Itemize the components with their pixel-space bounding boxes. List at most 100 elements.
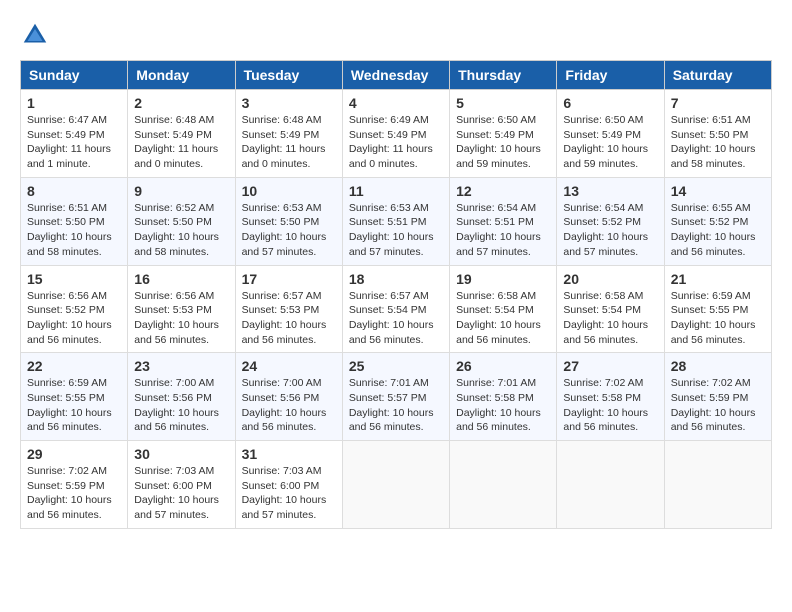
day-number: 1 — [27, 95, 121, 111]
day-number: 21 — [671, 271, 765, 287]
day-number: 14 — [671, 183, 765, 199]
day-info: Sunrise: 7:00 AM Sunset: 5:56 PM Dayligh… — [242, 376, 336, 435]
day-info: Sunrise: 6:57 AM Sunset: 5:54 PM Dayligh… — [349, 289, 443, 348]
day-number: 15 — [27, 271, 121, 287]
calendar-cell — [557, 441, 664, 529]
calendar-cell: 15 Sunrise: 6:56 AM Sunset: 5:52 PM Dayli… — [21, 265, 128, 353]
calendar-week-row: 1Sunrise: 6:47 AM Sunset: 5:49 PM Daylig… — [21, 90, 772, 178]
calendar-cell: 22 Sunrise: 6:59 AM Sunset: 5:55 PM Dayli… — [21, 353, 128, 441]
day-number: 9 — [134, 183, 228, 199]
calendar-cell: 21 Sunrise: 6:59 AM Sunset: 5:55 PM Dayli… — [664, 265, 771, 353]
column-header-saturday: Saturday — [664, 61, 771, 90]
calendar-cell: 4 Sunrise: 6:49 AM Sunset: 5:49 PM Daylig… — [342, 90, 449, 178]
calendar-cell: 16 Sunrise: 6:56 AM Sunset: 5:53 PM Dayli… — [128, 265, 235, 353]
day-info: Sunrise: 6:48 AM Sunset: 5:49 PM Dayligh… — [134, 113, 228, 172]
calendar-cell — [342, 441, 449, 529]
calendar-cell: 31 Sunrise: 7:03 AM Sunset: 6:00 PM Dayli… — [235, 441, 342, 529]
day-number: 20 — [563, 271, 657, 287]
calendar-cell: 24 Sunrise: 7:00 AM Sunset: 5:56 PM Dayli… — [235, 353, 342, 441]
calendar-cell: 26 Sunrise: 7:01 AM Sunset: 5:58 PM Dayli… — [450, 353, 557, 441]
calendar-cell: 28 Sunrise: 7:02 AM Sunset: 5:59 PM Dayli… — [664, 353, 771, 441]
day-number: 23 — [134, 358, 228, 374]
day-number: 8 — [27, 183, 121, 199]
day-info: Sunrise: 7:02 AM Sunset: 5:59 PM Dayligh… — [27, 464, 121, 523]
day-info: Sunrise: 6:53 AM Sunset: 5:50 PM Dayligh… — [242, 201, 336, 260]
calendar-cell: 2Sunrise: 6:48 AM Sunset: 5:49 PM Daylig… — [128, 90, 235, 178]
day-info: Sunrise: 7:02 AM Sunset: 5:59 PM Dayligh… — [671, 376, 765, 435]
day-number: 17 — [242, 271, 336, 287]
day-number: 6 — [563, 95, 657, 111]
calendar-cell: 5 Sunrise: 6:50 AM Sunset: 5:49 PM Daylig… — [450, 90, 557, 178]
calendar-cell: 29Sunrise: 7:02 AM Sunset: 5:59 PM Dayli… — [21, 441, 128, 529]
calendar-week-row: 22 Sunrise: 6:59 AM Sunset: 5:55 PM Dayli… — [21, 353, 772, 441]
day-number: 25 — [349, 358, 443, 374]
day-number: 28 — [671, 358, 765, 374]
calendar-cell: 10 Sunrise: 6:53 AM Sunset: 5:50 PM Dayli… — [235, 177, 342, 265]
calendar-cell: 19Sunrise: 6:58 AM Sunset: 5:54 PM Dayli… — [450, 265, 557, 353]
day-number: 19 — [456, 271, 550, 287]
day-info: Sunrise: 7:03 AM Sunset: 6:00 PM Dayligh… — [242, 464, 336, 523]
calendar-cell: 9 Sunrise: 6:52 AM Sunset: 5:50 PM Daylig… — [128, 177, 235, 265]
day-number: 16 — [134, 271, 228, 287]
calendar-week-row: 8 Sunrise: 6:51 AM Sunset: 5:50 PM Daylig… — [21, 177, 772, 265]
day-number: 27 — [563, 358, 657, 374]
day-info: Sunrise: 6:58 AM Sunset: 5:54 PM Dayligh… — [563, 289, 657, 348]
day-number: 31 — [242, 446, 336, 462]
day-number: 4 — [349, 95, 443, 111]
day-info: Sunrise: 6:50 AM Sunset: 5:49 PM Dayligh… — [456, 113, 550, 172]
calendar-cell: 12 Sunrise: 6:54 AM Sunset: 5:51 PM Dayli… — [450, 177, 557, 265]
calendar-week-row: 15 Sunrise: 6:56 AM Sunset: 5:52 PM Dayli… — [21, 265, 772, 353]
calendar-header-row: SundayMondayTuesdayWednesdayThursdayFrid… — [21, 61, 772, 90]
column-header-tuesday: Tuesday — [235, 61, 342, 90]
calendar-cell: 27 Sunrise: 7:02 AM Sunset: 5:58 PM Dayli… — [557, 353, 664, 441]
column-header-monday: Monday — [128, 61, 235, 90]
column-header-friday: Friday — [557, 61, 664, 90]
calendar-cell: 18 Sunrise: 6:57 AM Sunset: 5:54 PM Dayli… — [342, 265, 449, 353]
day-number: 30 — [134, 446, 228, 462]
calendar-table: SundayMondayTuesdayWednesdayThursdayFrid… — [20, 60, 772, 529]
column-header-wednesday: Wednesday — [342, 61, 449, 90]
day-number: 10 — [242, 183, 336, 199]
day-info: Sunrise: 6:49 AM Sunset: 5:49 PM Dayligh… — [349, 113, 443, 172]
day-info: Sunrise: 6:53 AM Sunset: 5:51 PM Dayligh… — [349, 201, 443, 260]
day-info: Sunrise: 6:52 AM Sunset: 5:50 PM Dayligh… — [134, 201, 228, 260]
calendar-cell: 23 Sunrise: 7:00 AM Sunset: 5:56 PM Dayli… — [128, 353, 235, 441]
day-number: 22 — [27, 358, 121, 374]
day-number: 12 — [456, 183, 550, 199]
page-header — [20, 20, 772, 50]
calendar-week-row: 29Sunrise: 7:02 AM Sunset: 5:59 PM Dayli… — [21, 441, 772, 529]
day-number: 11 — [349, 183, 443, 199]
day-info: Sunrise: 6:56 AM Sunset: 5:53 PM Dayligh… — [134, 289, 228, 348]
day-info: Sunrise: 6:57 AM Sunset: 5:53 PM Dayligh… — [242, 289, 336, 348]
day-info: Sunrise: 6:59 AM Sunset: 5:55 PM Dayligh… — [671, 289, 765, 348]
day-info: Sunrise: 7:01 AM Sunset: 5:57 PM Dayligh… — [349, 376, 443, 435]
day-number: 3 — [242, 95, 336, 111]
calendar-cell: 1Sunrise: 6:47 AM Sunset: 5:49 PM Daylig… — [21, 90, 128, 178]
day-info: Sunrise: 6:55 AM Sunset: 5:52 PM Dayligh… — [671, 201, 765, 260]
day-info: Sunrise: 7:00 AM Sunset: 5:56 PM Dayligh… — [134, 376, 228, 435]
day-info: Sunrise: 7:01 AM Sunset: 5:58 PM Dayligh… — [456, 376, 550, 435]
calendar-cell: 14 Sunrise: 6:55 AM Sunset: 5:52 PM Dayli… — [664, 177, 771, 265]
day-info: Sunrise: 6:48 AM Sunset: 5:49 PM Dayligh… — [242, 113, 336, 172]
day-info: Sunrise: 6:56 AM Sunset: 5:52 PM Dayligh… — [27, 289, 121, 348]
calendar-cell: 20 Sunrise: 6:58 AM Sunset: 5:54 PM Dayli… — [557, 265, 664, 353]
calendar-cell: 13Sunrise: 6:54 AM Sunset: 5:52 PM Dayli… — [557, 177, 664, 265]
day-info: Sunrise: 6:59 AM Sunset: 5:55 PM Dayligh… — [27, 376, 121, 435]
day-info: Sunrise: 6:54 AM Sunset: 5:51 PM Dayligh… — [456, 201, 550, 260]
day-number: 24 — [242, 358, 336, 374]
calendar-cell: 11 Sunrise: 6:53 AM Sunset: 5:51 PM Dayli… — [342, 177, 449, 265]
day-number: 13 — [563, 183, 657, 199]
day-info: Sunrise: 7:02 AM Sunset: 5:58 PM Dayligh… — [563, 376, 657, 435]
calendar-cell: 8 Sunrise: 6:51 AM Sunset: 5:50 PM Daylig… — [21, 177, 128, 265]
day-info: Sunrise: 6:51 AM Sunset: 5:50 PM Dayligh… — [27, 201, 121, 260]
calendar-cell: 17 Sunrise: 6:57 AM Sunset: 5:53 PM Dayli… — [235, 265, 342, 353]
calendar-cell — [664, 441, 771, 529]
logo — [20, 20, 55, 50]
day-number: 5 — [456, 95, 550, 111]
day-number: 18 — [349, 271, 443, 287]
day-info: Sunrise: 6:50 AM Sunset: 5:49 PM Dayligh… — [563, 113, 657, 172]
day-number: 26 — [456, 358, 550, 374]
column-header-thursday: Thursday — [450, 61, 557, 90]
calendar-cell: 25 Sunrise: 7:01 AM Sunset: 5:57 PM Dayli… — [342, 353, 449, 441]
calendar-cell: 6 Sunrise: 6:50 AM Sunset: 5:49 PM Daylig… — [557, 90, 664, 178]
